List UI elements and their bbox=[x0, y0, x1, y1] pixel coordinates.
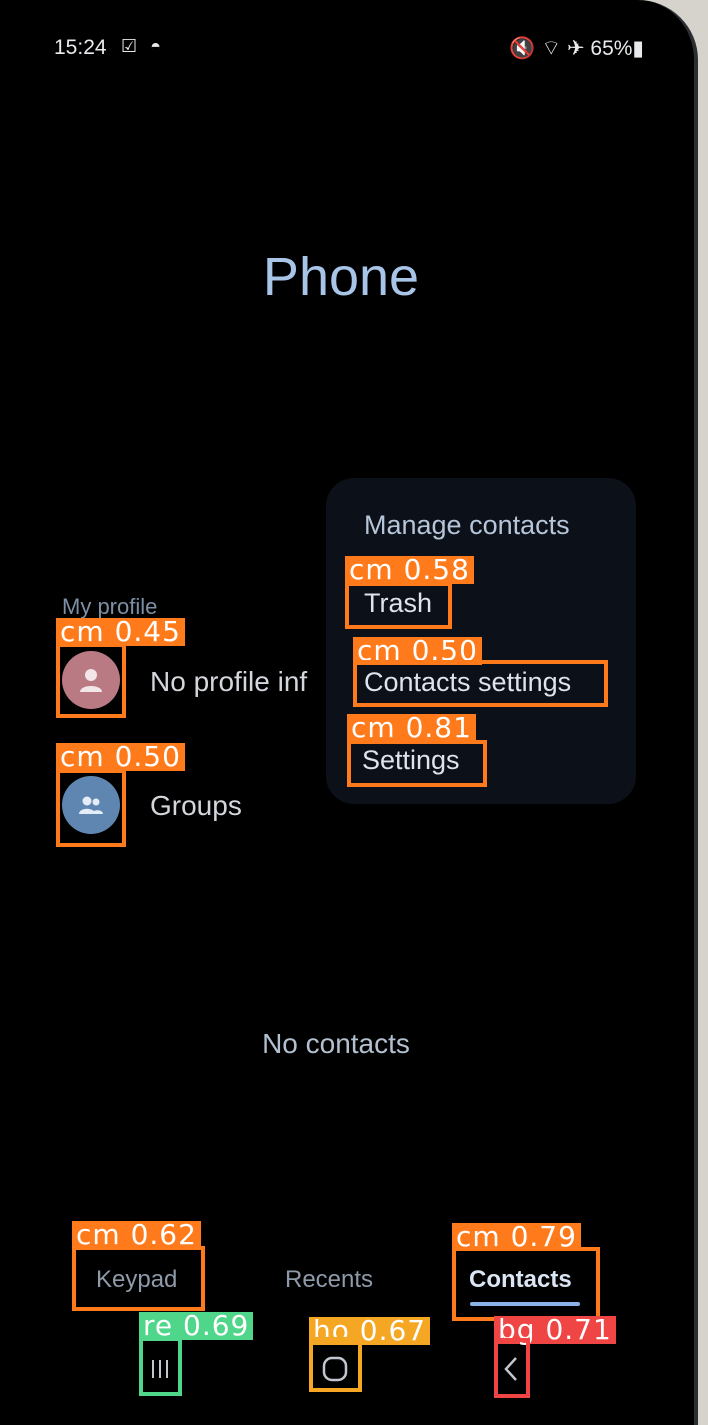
battery-level: 65%▮ bbox=[590, 37, 644, 60]
annotation-box bbox=[452, 1247, 600, 1321]
page-title: Phone bbox=[262, 247, 420, 307]
notification-icons: ☑ ◓ bbox=[121, 36, 166, 56]
status-bar: 15:24 ☑ ◓ 🔇 ⌔ ✈ 65%▮ bbox=[54, 34, 644, 64]
annotation-label: cm 0.50 bbox=[56, 743, 185, 771]
system-icons: 🔇 ⌔ ✈ bbox=[509, 37, 585, 60]
profile-text[interactable]: No profile inf bbox=[150, 666, 307, 698]
empty-state: No contacts bbox=[262, 1028, 410, 1059]
status-time: 15:24 bbox=[54, 36, 107, 59]
annotation-label: cm 0.45 bbox=[56, 618, 185, 646]
annotation-box bbox=[494, 1338, 530, 1398]
annotation-box bbox=[347, 740, 487, 787]
menu-title: Manage contacts bbox=[364, 510, 570, 540]
groups-label[interactable]: Groups bbox=[150, 790, 242, 822]
annotation-box bbox=[139, 1337, 182, 1396]
annotation-label: cm 0.81 bbox=[347, 714, 476, 742]
annotation-box bbox=[309, 1337, 362, 1392]
status-right: 🔇 ⌔ ✈ 65%▮ bbox=[509, 36, 644, 62]
tab-recents[interactable]: Recents bbox=[285, 1266, 373, 1294]
annotation-label: re 0.69 bbox=[139, 1312, 254, 1340]
annotation-box bbox=[72, 1246, 205, 1311]
annotation-label: cm 0.62 bbox=[72, 1221, 201, 1249]
annotation-box bbox=[56, 769, 126, 847]
annotation-box bbox=[56, 643, 126, 718]
annotation-box bbox=[345, 582, 452, 629]
annotation-box bbox=[353, 660, 608, 707]
annotation-label: cm 0.58 bbox=[345, 556, 474, 584]
phone-screen: 15:24 ☑ ◓ 🔇 ⌔ ✈ 65%▮ Phone My profile No… bbox=[0, 0, 698, 1425]
